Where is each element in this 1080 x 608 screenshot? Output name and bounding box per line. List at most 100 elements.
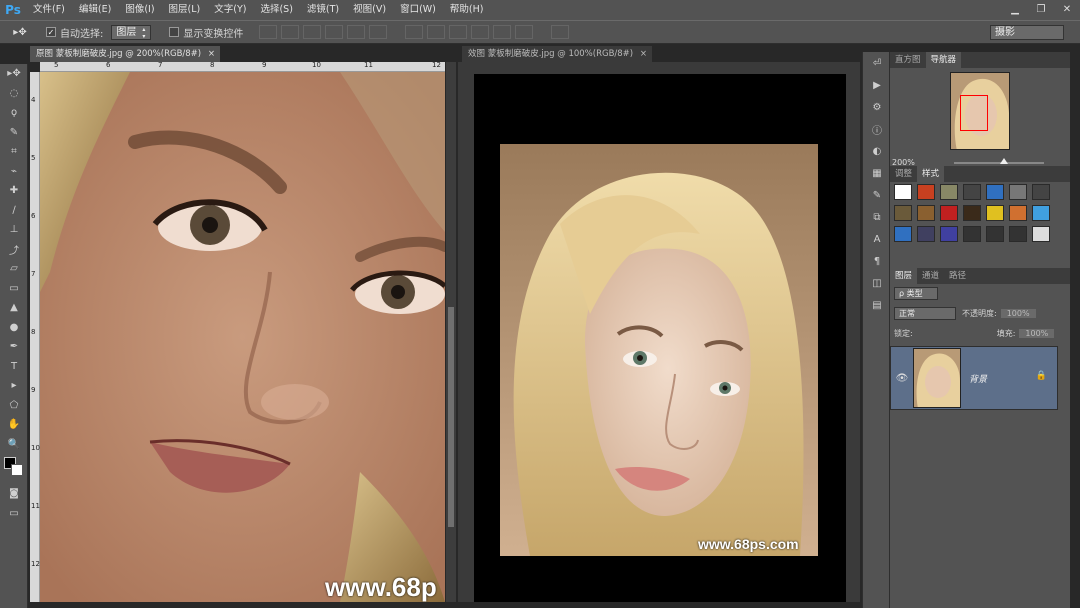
move-tool-icon[interactable]: ▸✥ bbox=[0, 64, 28, 84]
tab-layers[interactable]: 图层 bbox=[890, 268, 918, 284]
style-swatch[interactable] bbox=[940, 226, 958, 242]
style-swatch[interactable] bbox=[1009, 184, 1027, 200]
style-swatch[interactable] bbox=[1032, 205, 1050, 221]
history-panel-icon[interactable]: ⏎ bbox=[863, 52, 891, 74]
style-swatch[interactable] bbox=[986, 184, 1004, 200]
tab-styles[interactable]: 样式 bbox=[917, 166, 945, 182]
scrollbar-thumb[interactable] bbox=[448, 307, 454, 527]
zoom-slider[interactable] bbox=[954, 162, 1044, 164]
swatches-panel-icon[interactable]: ▦ bbox=[863, 162, 891, 184]
visibility-eye-icon[interactable]: 👁 bbox=[891, 373, 913, 384]
original-image-canvas[interactable]: www.68p bbox=[40, 72, 445, 602]
restore-button[interactable]: ❐ bbox=[1028, 0, 1054, 18]
layer-filter-dropdown[interactable]: ρ 类型 bbox=[894, 286, 938, 300]
distribute-right-icon[interactable] bbox=[515, 25, 534, 39]
style-swatch[interactable] bbox=[940, 205, 958, 221]
close-button[interactable]: ✕ bbox=[1054, 0, 1080, 18]
menu-help[interactable]: 帮助(H) bbox=[443, 0, 491, 20]
close-icon[interactable]: × bbox=[208, 49, 215, 59]
align-hcenter-icon[interactable] bbox=[347, 25, 366, 39]
screen-mode-icon[interactable]: ▭ bbox=[0, 504, 28, 524]
opacity-input[interactable]: 100% bbox=[1000, 308, 1036, 318]
gradient-tool-icon[interactable]: ▭ bbox=[0, 279, 28, 299]
navigator-view-box[interactable] bbox=[960, 95, 988, 131]
quick-select-tool-icon[interactable]: ✎ bbox=[0, 123, 28, 143]
notes-panel-icon[interactable]: ▤ bbox=[863, 294, 891, 316]
dodge-tool-icon[interactable]: ● bbox=[0, 318, 28, 338]
marquee-tool-icon[interactable]: ◌ bbox=[0, 84, 28, 104]
color-swatches-icon[interactable] bbox=[0, 454, 28, 484]
document-tab-original[interactable]: 原图 蒙板制磨破皮.jpg @ 200%(RGB/8#) × bbox=[30, 46, 220, 62]
distribute-vcenter-icon[interactable] bbox=[427, 25, 446, 39]
style-swatch[interactable] bbox=[963, 226, 981, 242]
menu-image[interactable]: 图像(I) bbox=[118, 0, 161, 20]
align-bottom-icon[interactable] bbox=[303, 25, 322, 39]
move-tool-preset-icon[interactable]: ▸✥ bbox=[0, 27, 40, 38]
hand-tool-icon[interactable]: ✋ bbox=[0, 415, 28, 435]
menu-file[interactable]: 文件(F) bbox=[26, 0, 72, 20]
workspace-dropdown[interactable]: 摄影 bbox=[990, 25, 1064, 40]
character-panel-icon[interactable]: A bbox=[863, 228, 891, 250]
actions-panel-icon[interactable]: ▶ bbox=[863, 74, 891, 96]
style-swatch[interactable] bbox=[1009, 205, 1027, 221]
tab-adjustments[interactable]: 调整 bbox=[890, 166, 917, 182]
menu-layer[interactable]: 图层(L) bbox=[162, 0, 208, 20]
crop-tool-icon[interactable]: ⌗ bbox=[0, 142, 28, 162]
style-swatch[interactable] bbox=[1009, 226, 1027, 242]
style-swatch[interactable] bbox=[917, 184, 935, 200]
history-brush-icon[interactable]: ⤴ bbox=[0, 240, 28, 260]
style-swatch[interactable] bbox=[894, 205, 912, 221]
color-panel-icon[interactable]: ◐ bbox=[863, 140, 891, 162]
menu-filter[interactable]: 滤镜(T) bbox=[300, 0, 346, 20]
style-swatch[interactable] bbox=[894, 226, 912, 242]
style-swatch[interactable] bbox=[986, 205, 1004, 221]
shape-tool-icon[interactable]: ⬠ bbox=[0, 396, 28, 416]
distribute-top-icon[interactable] bbox=[405, 25, 424, 39]
document-tab-result[interactable]: 效图 蒙板制磨破皮.jpg @ 100%(RGB/8#) × bbox=[462, 46, 652, 62]
eyedropper-tool-icon[interactable]: ⌁ bbox=[0, 162, 28, 182]
menu-type[interactable]: 文字(Y) bbox=[207, 0, 253, 20]
align-vcenter-icon[interactable] bbox=[281, 25, 300, 39]
menu-edit[interactable]: 编辑(E) bbox=[72, 0, 118, 20]
style-swatch[interactable] bbox=[1032, 184, 1050, 200]
pen-tool-icon[interactable]: ✒ bbox=[0, 337, 28, 357]
style-swatch[interactable] bbox=[1032, 226, 1050, 242]
align-left-icon[interactable] bbox=[325, 25, 344, 39]
lasso-tool-icon[interactable]: ϙ bbox=[0, 103, 28, 123]
align-top-icon[interactable] bbox=[259, 25, 278, 39]
tab-channels[interactable]: 通道 bbox=[917, 268, 944, 284]
menu-select[interactable]: 选择(S) bbox=[253, 0, 299, 20]
zoom-slider-knob[interactable] bbox=[1000, 158, 1008, 164]
healing-tool-icon[interactable]: ✚ bbox=[0, 181, 28, 201]
menu-window[interactable]: 窗口(W) bbox=[393, 0, 443, 20]
type-tool-icon[interactable]: T bbox=[0, 357, 28, 377]
brush-preset-icon[interactable]: ⚙ bbox=[863, 96, 891, 118]
tab-histogram[interactable]: 直方图 bbox=[890, 52, 926, 68]
brush-tool-icon[interactable]: ∕ bbox=[0, 201, 28, 221]
style-swatch[interactable] bbox=[963, 205, 981, 221]
distribute-bottom-icon[interactable] bbox=[449, 25, 468, 39]
info-panel-icon[interactable]: ⓘ bbox=[863, 118, 891, 140]
align-right-icon[interactable] bbox=[369, 25, 388, 39]
auto-select-dropdown[interactable]: 图层 bbox=[111, 24, 152, 40]
tab-paths[interactable]: 路径 bbox=[944, 268, 971, 284]
style-swatch[interactable] bbox=[894, 184, 912, 200]
paragraph-panel-icon[interactable]: ¶ bbox=[863, 250, 891, 272]
show-transform-checkbox[interactable]: 显示变换控件 bbox=[169, 25, 243, 40]
eraser-tool-icon[interactable]: ▱ bbox=[0, 259, 28, 279]
menu-view[interactable]: 视图(V) bbox=[346, 0, 393, 20]
distribute-left-icon[interactable] bbox=[471, 25, 490, 39]
layer-row-background[interactable]: 👁 背景 🔒 bbox=[890, 346, 1058, 410]
auto-select-checkbox[interactable]: ✓ 自动选择: bbox=[46, 25, 103, 40]
quick-mask-icon[interactable]: ◙ bbox=[0, 484, 28, 504]
vertical-scrollbar[interactable] bbox=[446, 62, 456, 602]
clone-source-icon[interactable]: ⧉ bbox=[863, 206, 891, 228]
close-icon[interactable]: × bbox=[640, 49, 647, 59]
blend-mode-dropdown[interactable]: 正常 bbox=[894, 306, 956, 320]
brush-panel-icon[interactable]: ✎ bbox=[863, 184, 891, 206]
style-swatch[interactable] bbox=[940, 184, 958, 200]
style-swatch[interactable] bbox=[963, 184, 981, 200]
tool-presets-icon[interactable]: ◫ bbox=[863, 272, 891, 294]
distribute-hcenter-icon[interactable] bbox=[493, 25, 512, 39]
tab-navigator[interactable]: 导航器 bbox=[925, 52, 962, 68]
